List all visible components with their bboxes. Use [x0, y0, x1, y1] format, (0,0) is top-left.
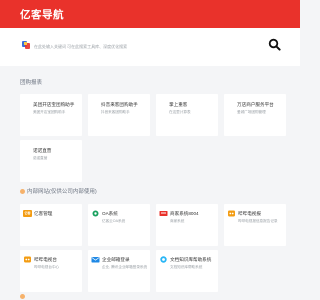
search-bar [0, 28, 300, 66]
card-title: 哔哔电视报 [238, 211, 261, 216]
oa-icon [92, 210, 99, 217]
card-desc: 商家系统 [170, 219, 185, 223]
bibi-icon [228, 210, 235, 217]
card-title: 亿客管理 [34, 211, 53, 216]
card-title: 美团开店宝团购助手 [33, 102, 75, 107]
tool-card-meituan[interactable]: 美团开店宝团购助手 美团开店宝团购助手 [20, 94, 82, 136]
docs-icon [160, 256, 167, 263]
brand-title[interactable]: 亿客导航 [20, 7, 64, 22]
site-card-yike[interactable]: 亿客 亿客管理 [20, 204, 82, 246]
site-card-mail[interactable]: 企业邮箱登录 企业, 腾讯企业邮箱登录系统 [88, 250, 150, 292]
card-desc: 诺诺直营 [33, 156, 48, 160]
card-desc: 企业, 腾讯企业邮箱登录系统 [102, 265, 148, 269]
card-title: OA系统 [102, 211, 118, 216]
site-card-bibi-report[interactable]: 哔哔电视报 哔哔电视报信息报告记录 [224, 204, 286, 246]
tool-card-douyin[interactable]: 抖音来客团购助手 抖音来客团购助手 [88, 94, 150, 136]
card-desc: 文档知识库帮助系统 [170, 265, 203, 269]
section-icon [20, 188, 25, 194]
card-title: 万店商户服务平台 [237, 102, 274, 107]
merchant-icon [159, 211, 168, 216]
card-desc: 在这里计算表 [169, 110, 191, 114]
tool-card-nuonuo[interactable]: 诺诺直营 诺诺直营 [20, 140, 82, 182]
yike-logo-icon: 亿客 [23, 210, 32, 217]
card-title: 商家系统8004 [170, 211, 199, 216]
search-icon[interactable] [268, 38, 281, 51]
top-bar: 亿客导航 [0, 0, 300, 28]
site-card-docs[interactable]: 文档知识库帮助系统 文档知识库帮助系统 [156, 250, 218, 292]
mail-icon [91, 257, 100, 263]
card-desc: 哔哔电视报信息报告记录 [238, 219, 278, 223]
card-desc: 亿客云OA系统 [102, 219, 126, 223]
site-card-merchant[interactable]: 商家系统8004 商家系统 [156, 204, 218, 246]
card-desc: 抖音来客团购助手 [101, 110, 130, 114]
tool-card-wandian[interactable]: 万店商户服务平台 爱城广场团购管理 [224, 94, 286, 136]
bibi-tv-icon [24, 256, 31, 263]
card-title: 抖音来客团购助手 [101, 102, 138, 107]
section-title-group-buy: 团购报表 [20, 80, 43, 86]
site-logo-icon [22, 41, 30, 49]
next-section-icon [20, 294, 25, 299]
card-title: 文档知识库帮助系统 [170, 257, 212, 262]
card-desc: 哔哔电视台中心 [34, 265, 60, 269]
site-card-oa[interactable]: OA系统 亿客云OA系统 [88, 204, 150, 246]
card-title: 哔哔电视台 [34, 257, 57, 262]
section-title-intranet: 内部网站(仅供公司内部使用) [20, 187, 97, 195]
card-desc: 爱城广场团购管理 [237, 110, 266, 114]
card-desc: 美团开店宝团购助手 [33, 110, 66, 114]
card-title: 诺诺直营 [33, 148, 52, 153]
site-card-bibi-tv[interactable]: 哔哔电视台 哔哔电视台中心 [20, 250, 82, 292]
card-title: 掌上重客 [169, 102, 188, 107]
card-title: 企业邮箱登录 [102, 257, 130, 262]
tool-card-zhangshang[interactable]: 掌上重客 在这里计算表 [156, 94, 218, 136]
search-input[interactable] [34, 41, 234, 51]
